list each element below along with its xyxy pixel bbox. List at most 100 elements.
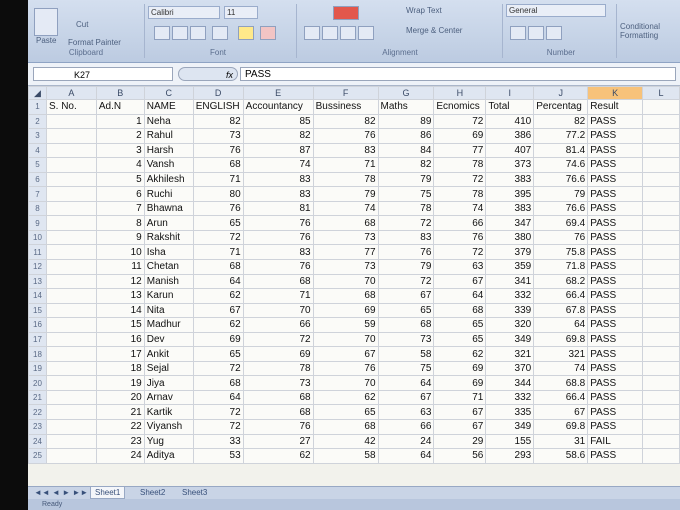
cell-f14[interactable]: 68	[312, 288, 379, 304]
cell-a3[interactable]	[45, 128, 97, 144]
cell-g2[interactable]: 89	[377, 113, 435, 130]
cell-b10[interactable]: 9	[95, 229, 145, 246]
align-left-icon[interactable]	[304, 26, 320, 40]
cell-b1[interactable]: Ad.N	[95, 99, 145, 115]
cell-a2[interactable]	[45, 113, 97, 130]
cell-h18[interactable]: 62	[433, 346, 487, 362]
cell-g1[interactable]: Maths	[377, 99, 435, 115]
cell-a23[interactable]	[45, 419, 97, 435]
row-header[interactable]: 6	[28, 171, 47, 188]
cell-f11[interactable]: 77	[312, 244, 379, 261]
cell-g21[interactable]: 67	[377, 389, 435, 406]
cell-e8[interactable]: 81	[242, 200, 314, 217]
cell-i19[interactable]: 370	[485, 360, 535, 377]
cell-j6[interactable]: 76.6	[533, 171, 589, 188]
cell-d7[interactable]: 80	[192, 186, 244, 202]
cell-i5[interactable]: 373	[485, 157, 535, 173]
cell-i20[interactable]: 344	[485, 375, 535, 391]
cell-i21[interactable]: 332	[485, 389, 535, 406]
row-header[interactable]: 10	[28, 229, 47, 246]
cell-d2[interactable]: 82	[192, 113, 244, 130]
cell-c8[interactable]: Bhawna	[143, 200, 194, 217]
cell-a20[interactable]	[45, 375, 97, 391]
cell-f1[interactable]: Bussiness	[312, 99, 379, 115]
cell-j11[interactable]: 75.8	[533, 244, 589, 261]
align-center-icon[interactable]	[322, 26, 338, 40]
cell-e14[interactable]: 71	[242, 288, 314, 304]
cell-h11[interactable]: 72	[433, 244, 487, 261]
cell-j3[interactable]: 77.2	[533, 128, 589, 144]
cell-b16[interactable]: 15	[95, 317, 145, 333]
cell-d21[interactable]: 64	[192, 389, 244, 406]
cell-g25[interactable]: 64	[377, 448, 435, 464]
cell-k11[interactable]: PASS	[587, 244, 644, 261]
cell-b23[interactable]: 22	[95, 419, 145, 435]
row-header[interactable]: 24	[28, 433, 47, 450]
cell-f23[interactable]: 68	[312, 419, 379, 435]
cell-b4[interactable]: 3	[95, 142, 145, 159]
cell-j25[interactable]: 58.6	[533, 448, 589, 464]
cell-b8[interactable]: 7	[95, 200, 145, 217]
cell-j4[interactable]: 81.4	[533, 142, 589, 159]
column-header-k[interactable]: K	[587, 86, 644, 100]
cell-g18[interactable]: 58	[377, 346, 435, 362]
column-header-i[interactable]: I	[485, 86, 535, 100]
cell-h4[interactable]: 77	[433, 142, 487, 159]
cell-l5[interactable]	[642, 157, 680, 173]
row-header[interactable]: 16	[28, 317, 47, 333]
cell-l15[interactable]	[642, 302, 680, 319]
cell-l18[interactable]	[642, 346, 680, 362]
tab-sheet3[interactable]: Sheet3	[178, 487, 211, 498]
row-header[interactable]: 15	[28, 302, 47, 319]
cell-f20[interactable]: 70	[312, 375, 379, 391]
cell-k23[interactable]: PASS	[587, 419, 644, 435]
row-header[interactable]: 8	[28, 200, 47, 217]
row-header[interactable]: 2	[28, 113, 47, 130]
cell-a6[interactable]	[45, 171, 97, 188]
cell-l16[interactable]	[642, 317, 680, 333]
row-header[interactable]: 13	[28, 273, 47, 290]
comma-icon[interactable]	[546, 26, 562, 40]
cell-e5[interactable]: 74	[242, 157, 314, 173]
cell-b22[interactable]: 21	[95, 404, 145, 421]
cell-k10[interactable]: PASS	[587, 229, 644, 246]
cell-c9[interactable]: Arun	[143, 215, 194, 231]
cell-f6[interactable]: 78	[312, 171, 379, 188]
cell-l2[interactable]	[642, 113, 680, 130]
cell-d23[interactable]: 72	[192, 419, 244, 435]
row-header[interactable]: 1	[28, 99, 47, 115]
cell-f3[interactable]: 76	[312, 128, 379, 144]
cell-h20[interactable]: 69	[433, 375, 487, 391]
cell-b25[interactable]: 24	[95, 448, 145, 464]
cell-j23[interactable]: 69.8	[533, 419, 589, 435]
cell-c7[interactable]: Ruchi	[143, 186, 194, 202]
cell-l9[interactable]	[642, 215, 680, 231]
cell-l12[interactable]	[642, 259, 680, 275]
cell-c12[interactable]: Chetan	[143, 259, 194, 275]
column-header-l[interactable]: L	[642, 86, 680, 100]
cell-f12[interactable]: 73	[312, 259, 379, 275]
cell-a1[interactable]: S. No.	[45, 99, 97, 115]
cell-c6[interactable]: Akhilesh	[143, 171, 194, 188]
font-size-select[interactable]: 11	[224, 6, 258, 19]
cell-e2[interactable]: 85	[242, 113, 314, 130]
cell-g10[interactable]: 83	[377, 229, 435, 246]
cell-f24[interactable]: 42	[312, 433, 379, 450]
cell-d19[interactable]: 72	[192, 360, 244, 377]
cell-g23[interactable]: 66	[377, 419, 435, 435]
cell-i1[interactable]: Total	[485, 99, 535, 115]
cell-h7[interactable]: 78	[433, 186, 487, 202]
cell-e10[interactable]: 76	[242, 229, 314, 246]
cell-i10[interactable]: 380	[485, 229, 535, 246]
cell-b5[interactable]: 4	[95, 157, 145, 173]
cell-i25[interactable]: 293	[485, 448, 535, 464]
cell-g16[interactable]: 68	[377, 317, 435, 333]
cell-i4[interactable]: 407	[485, 142, 535, 159]
cell-k5[interactable]: PASS	[587, 157, 644, 173]
cell-h14[interactable]: 64	[433, 288, 487, 304]
formula-input[interactable]: PASS	[240, 67, 676, 81]
cell-j18[interactable]: 321	[533, 346, 589, 362]
cell-j5[interactable]: 74.6	[533, 157, 589, 173]
cell-i22[interactable]: 335	[485, 404, 535, 421]
cell-k13[interactable]: PASS	[587, 273, 644, 290]
